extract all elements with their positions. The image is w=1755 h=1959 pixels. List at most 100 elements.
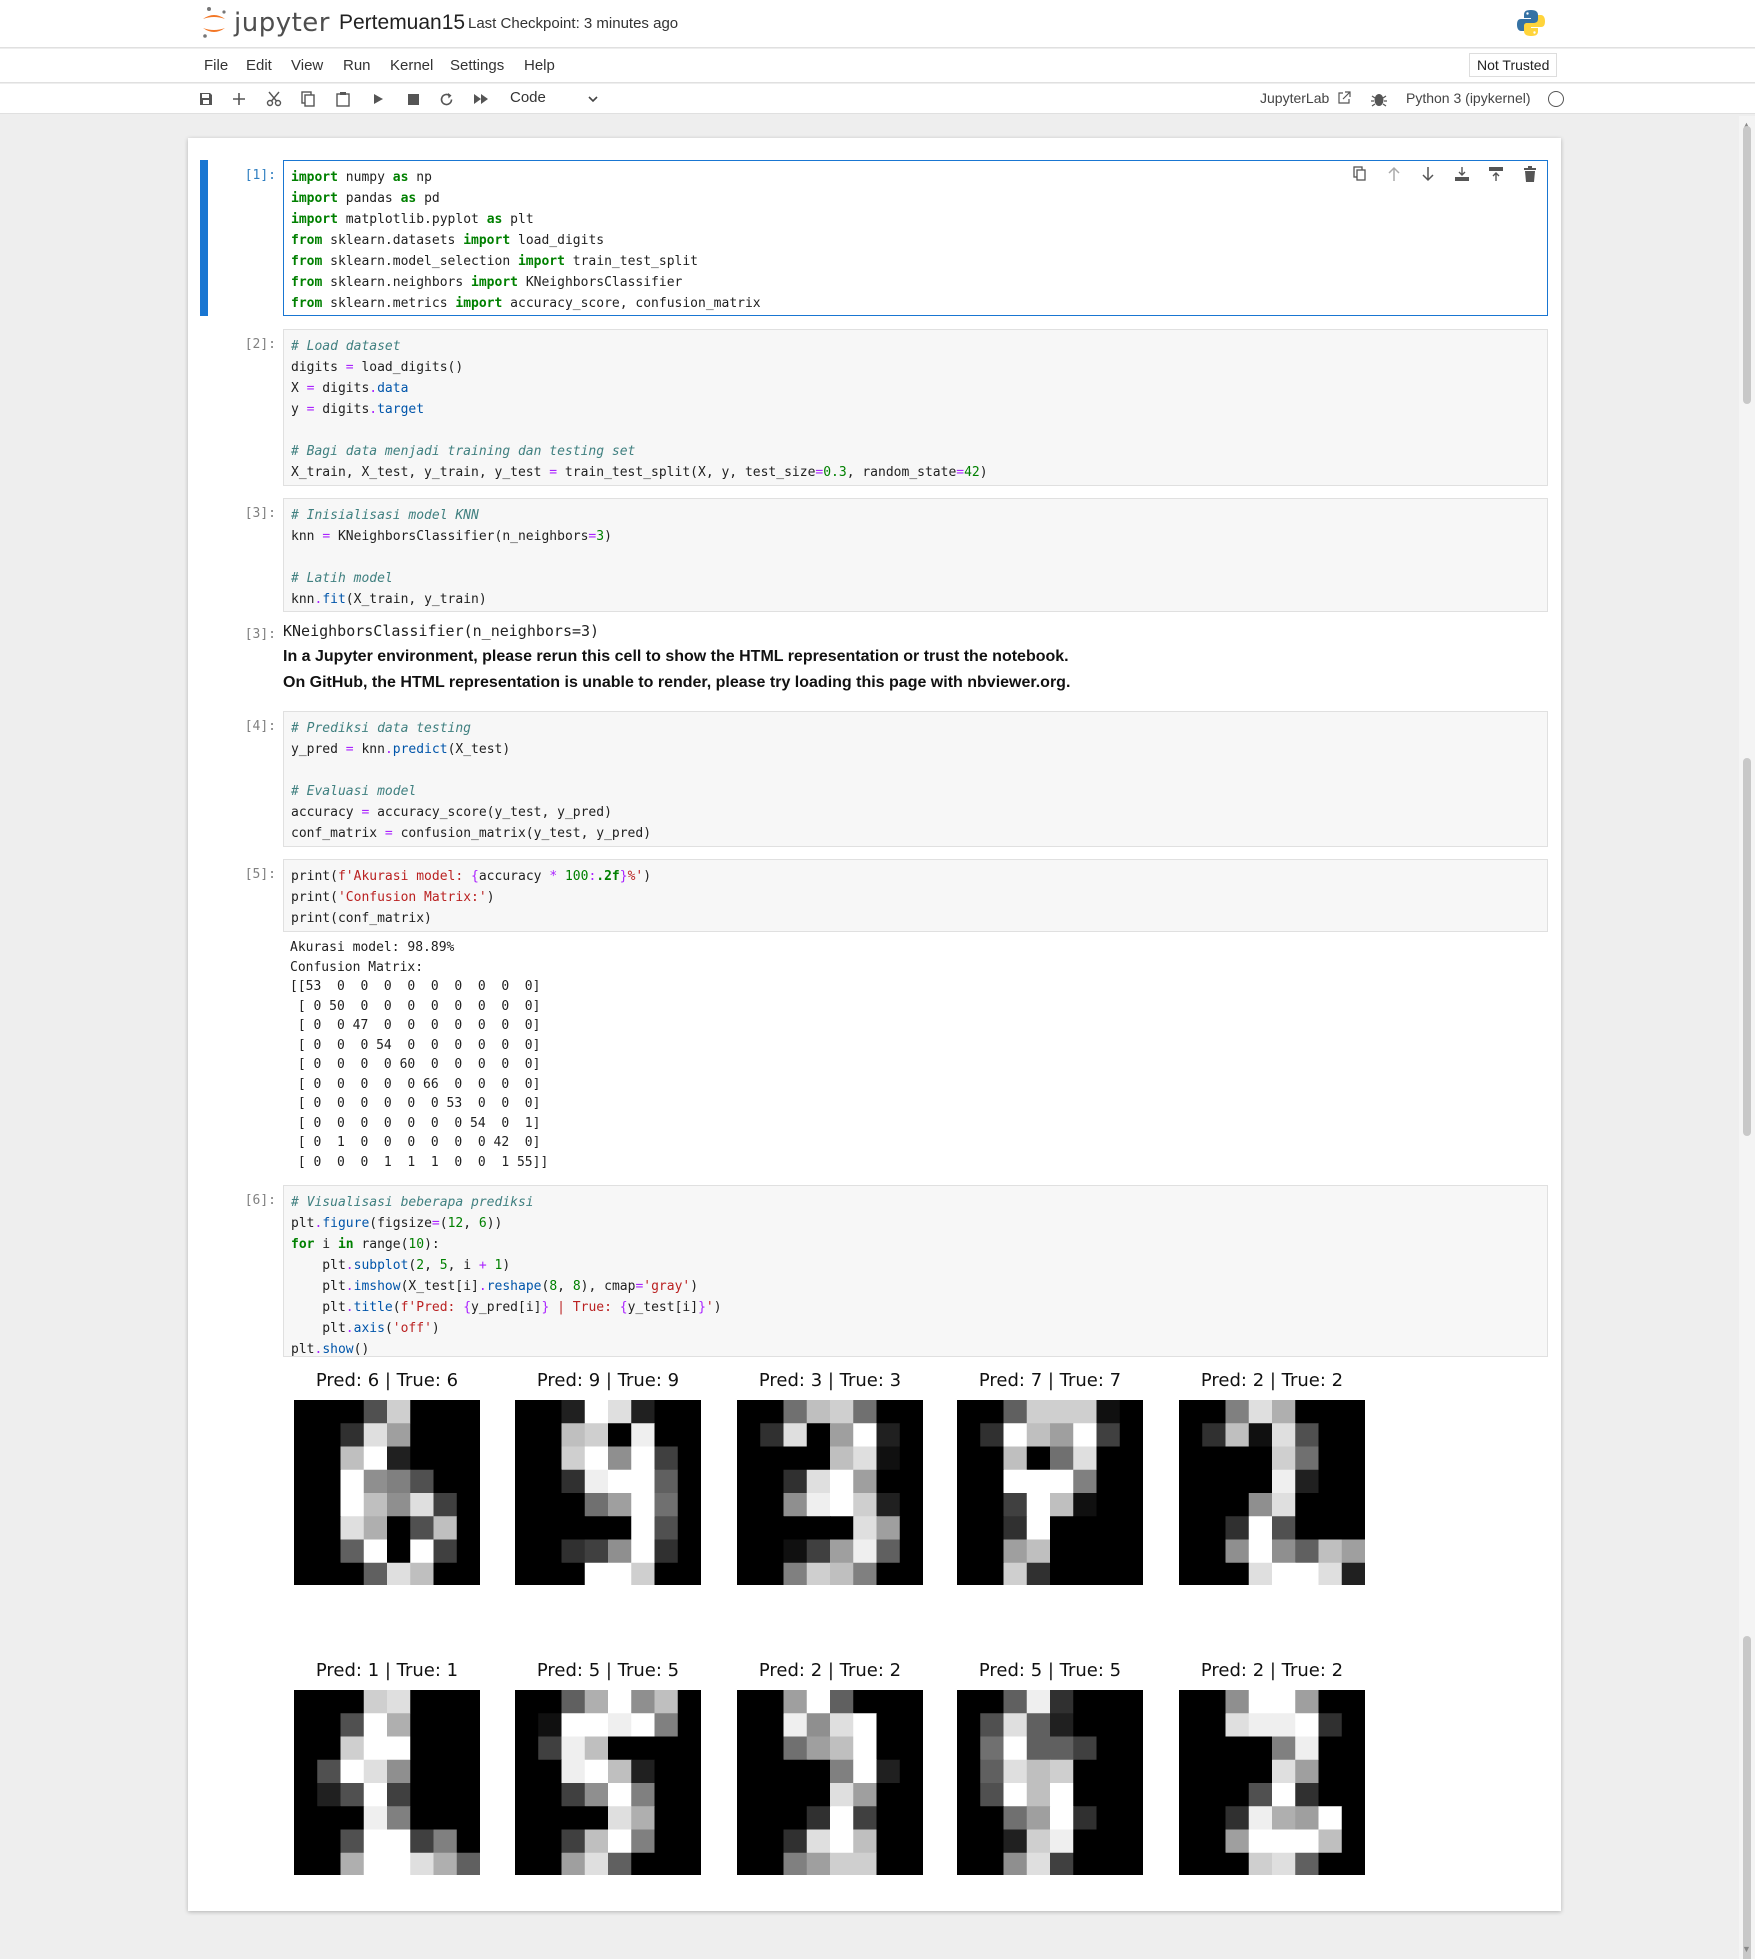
digit-subplot-title: Pred: 9 | True: 9 [536, 1370, 680, 1391]
digit-pixel [515, 1400, 539, 1424]
digit-pixel [783, 1736, 808, 1761]
digit-pixel [783, 1690, 808, 1714]
digit-pixel [853, 1829, 877, 1854]
digit-pixel [1225, 1423, 1250, 1447]
insert-above-icon[interactable] [1453, 165, 1471, 183]
digit-pixel [853, 1783, 877, 1807]
digit-pixel [317, 1493, 341, 1517]
digit-pixel [363, 1783, 388, 1807]
move-down-icon[interactable] [1419, 165, 1437, 183]
trust-status-button[interactable]: Not Trusted [1469, 53, 1558, 77]
digit-pixel [340, 1562, 365, 1585]
digit-pixel [1096, 1469, 1121, 1494]
scroll-down-arrow-icon[interactable]: ▼ [1742, 1944, 1751, 1954]
digit-pixel [783, 1783, 808, 1807]
delete-cell-icon[interactable] [1521, 165, 1539, 183]
save-icon[interactable] [196, 89, 216, 109]
code-cell-predict[interactable]: # Prediksi data testing y_pred = knn.pre… [283, 711, 1548, 847]
digit-pixel [1202, 1562, 1226, 1585]
digit-pixel [830, 1400, 854, 1424]
digit-pixel [1119, 1469, 1143, 1494]
code-cell-print[interactable]: print(f'Akurasi model: {accuracy * 100:.… [283, 859, 1548, 932]
digit-pixel [1248, 1690, 1273, 1714]
code-editor[interactable]: # Load dataset digits = load_digits() X … [284, 330, 1547, 489]
scrollbar[interactable]: ▲ ▼ [1739, 116, 1755, 1959]
digit-pixel [654, 1829, 679, 1854]
digit-pixel [1341, 1400, 1365, 1424]
digit-pixel [317, 1783, 341, 1807]
menu-run[interactable]: Run [343, 57, 371, 74]
digit-pixel [899, 1469, 923, 1494]
digit-pixel [1202, 1516, 1226, 1540]
digit-pixel [433, 1736, 458, 1761]
digit-pixel [456, 1469, 480, 1494]
digit-pixel [294, 1446, 318, 1471]
run-all-icon[interactable] [471, 89, 491, 109]
code-editor[interactable]: import numpy as np import pandas as pd i… [284, 161, 1547, 320]
add-cell-icon[interactable] [229, 89, 249, 109]
jupyterlab-link[interactable]: JupyterLab [1260, 90, 1351, 106]
menu-view[interactable]: View [291, 57, 323, 74]
menu-edit[interactable]: Edit [246, 57, 272, 74]
digit-pixel [433, 1759, 458, 1784]
code-cell-init-model[interactable]: # Inisialisasi model KNN knn = KNeighbor… [283, 498, 1548, 612]
cut-icon[interactable] [264, 89, 284, 109]
menu-kernel[interactable]: Kernel [390, 57, 433, 74]
digit-pixel [387, 1852, 411, 1875]
digit-pixel [899, 1516, 923, 1540]
code-editor[interactable]: print(f'Akurasi model: {accuracy * 100:.… [284, 860, 1547, 935]
html-repr-warning: In a Jupyter environment, please rerun t… [283, 648, 1069, 665]
code-editor[interactable]: # Prediksi data testing y_pred = knn.pre… [284, 712, 1547, 850]
stop-icon[interactable] [403, 89, 423, 109]
accuracy-line: Akurasi model: 98.89% [290, 940, 455, 955]
code-cell-visualize[interactable]: # Visualisasi beberapa prediksi plt.figu… [283, 1185, 1548, 1357]
code-editor[interactable]: # Inisialisasi model KNN knn = KNeighbor… [284, 499, 1547, 616]
code-editor[interactable]: # Visualisasi beberapa prediksi plt.figu… [284, 1186, 1547, 1366]
code-cell-imports[interactable]: import numpy as np import pandas as pd i… [283, 160, 1548, 316]
digit-pixel [631, 1713, 655, 1737]
digit-pixel [340, 1852, 365, 1875]
code-cell-load-data[interactable]: # Load dataset digits = load_digits() X … [283, 329, 1548, 486]
digit-pixel [783, 1423, 808, 1447]
paste-icon[interactable] [333, 89, 353, 109]
restart-icon[interactable] [436, 89, 456, 109]
digit-pixel [806, 1806, 831, 1830]
digit-pixel [363, 1446, 388, 1471]
menu-help[interactable]: Help [524, 57, 555, 74]
digit-pixel [608, 1539, 632, 1564]
copy-icon[interactable] [298, 89, 318, 109]
menu-file[interactable]: File [204, 57, 228, 74]
digit-pixel [631, 1539, 655, 1564]
digit-pixel [1119, 1493, 1143, 1517]
digit-pixel [737, 1493, 761, 1517]
digit-pixel [1225, 1829, 1250, 1854]
digit-pixel [584, 1806, 609, 1830]
move-up-icon[interactable] [1385, 165, 1403, 183]
chevron-down-icon[interactable] [586, 89, 600, 109]
duplicate-cell-icon[interactable] [1351, 165, 1369, 183]
digit-pixel [980, 1736, 1004, 1761]
digit-pixel [830, 1539, 854, 1564]
digit-image [294, 1400, 480, 1585]
digit-pixel [1003, 1516, 1028, 1540]
insert-below-icon[interactable] [1487, 165, 1505, 183]
digit-pixel [830, 1736, 854, 1761]
jupyter-logo[interactable]: jupyter [200, 6, 330, 40]
digit-pixel [957, 1446, 981, 1471]
digit-pixel [1073, 1783, 1097, 1807]
digit-pixel [433, 1806, 458, 1830]
digit-pixel [317, 1713, 341, 1737]
digit-pixel [317, 1423, 341, 1447]
digit-pixel [876, 1469, 901, 1494]
notebook-title[interactable]: Pertemuan15 [339, 11, 465, 35]
digit-pixel [1225, 1446, 1250, 1471]
kernel-name[interactable]: Python 3 (ipykernel) [1406, 90, 1531, 106]
digit-pixel [853, 1516, 877, 1540]
scrollbar-thumb[interactable] [1743, 126, 1751, 404]
debugger-bug-icon[interactable] [1370, 89, 1388, 109]
menu-settings[interactable]: Settings [450, 57, 504, 74]
run-icon[interactable] [368, 89, 388, 109]
digit-pixel [1225, 1806, 1250, 1830]
scrollbar-marker [1743, 758, 1751, 1136]
digit-pixel [806, 1400, 831, 1424]
